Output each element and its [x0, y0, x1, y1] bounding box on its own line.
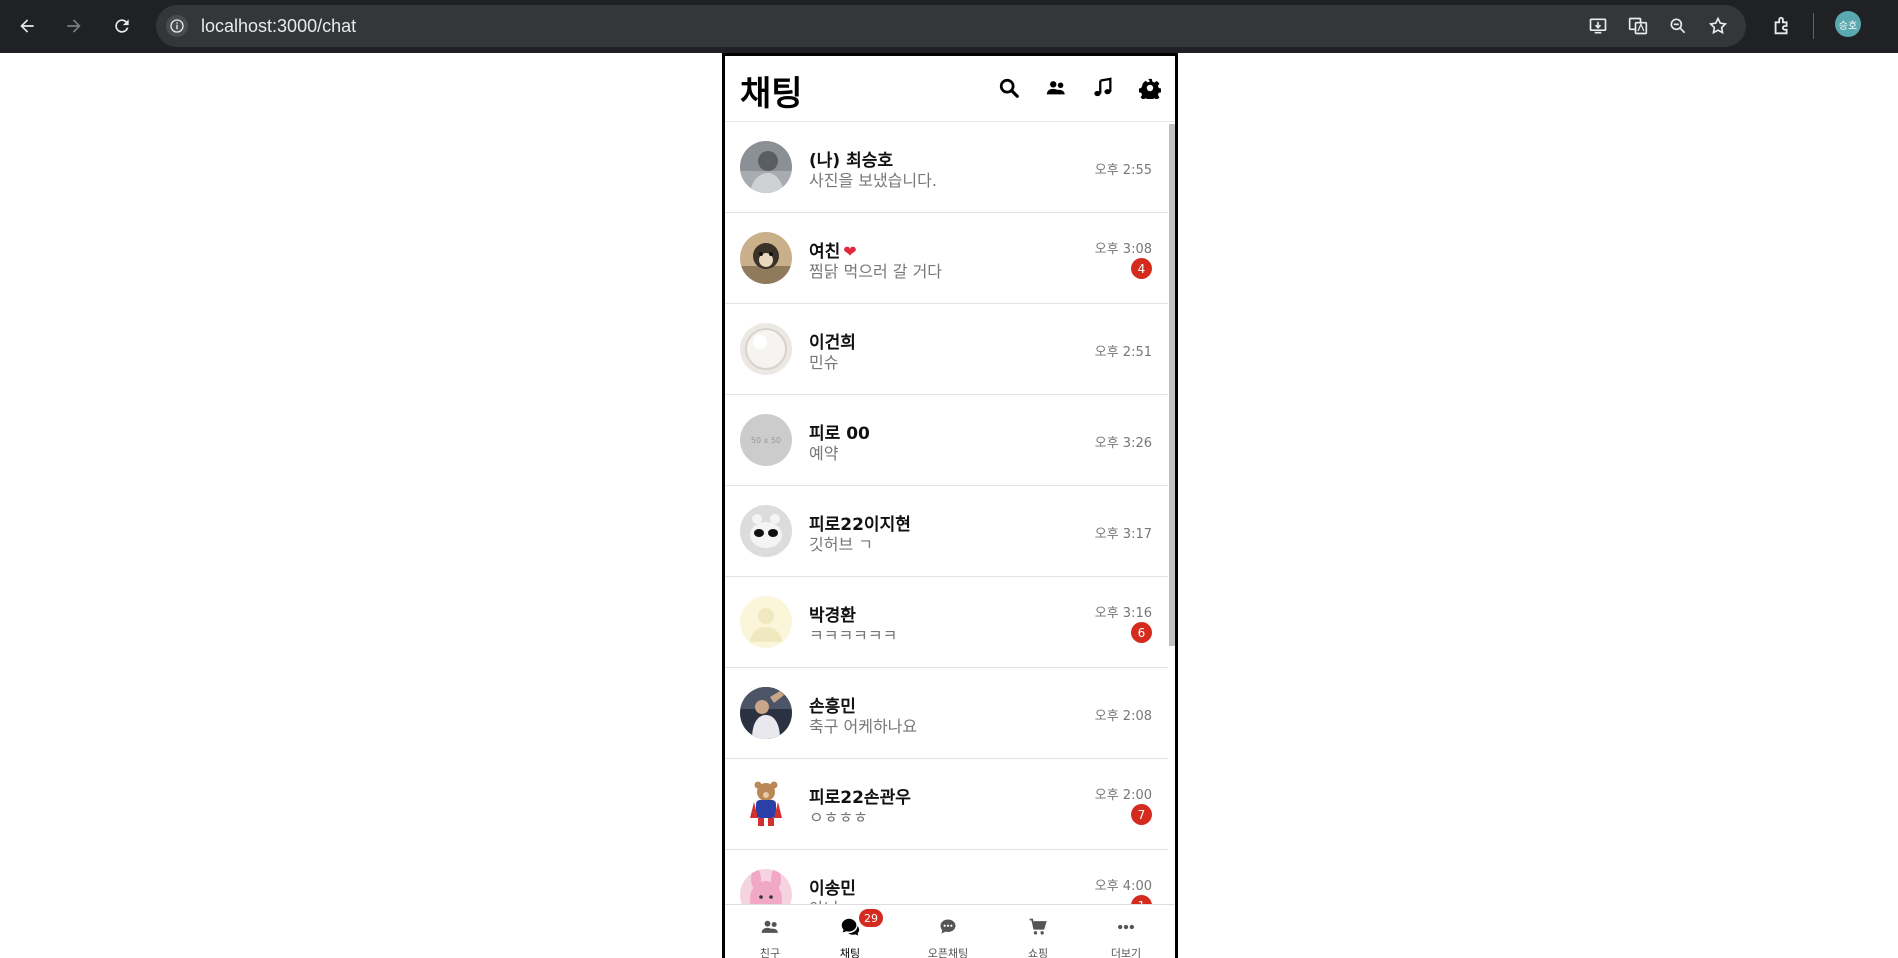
chat-unread-badge: 29 — [859, 909, 883, 927]
zoom-icon[interactable] — [1666, 14, 1690, 38]
bookmark-star-icon[interactable] — [1706, 14, 1730, 38]
chat-time: 오후 2:00 — [1094, 788, 1152, 803]
chat-item[interactable]: 여친 ❤ 찜닭 먹으러 갈 거다 오후 3:08 4 — [725, 213, 1168, 304]
chat-preview: 아니 — [809, 895, 838, 904]
reload-button[interactable] — [106, 10, 138, 42]
profile-avatar[interactable]: 승호 — [1835, 11, 1861, 37]
site-info-icon[interactable] — [166, 15, 188, 37]
chat-time: 오후 3:26 — [1094, 436, 1152, 451]
tab-label: 쇼핑 — [1027, 947, 1049, 958]
back-arrow-icon — [20, 19, 34, 33]
tab-shopping[interactable]: 쇼핑 — [993, 905, 1083, 958]
chat-preview: 사진을 보냈습니다. — [809, 171, 937, 190]
search-icon[interactable] — [997, 76, 1021, 100]
chat-time: 오후 2:08 — [1094, 709, 1152, 724]
chat-time: 오후 3:08 — [1094, 242, 1152, 257]
chat-item[interactable]: 박경환 ㅋㅋㅋㅋㅋㅋ 오후 3:16 6 — [725, 577, 1168, 668]
chat-list-scrollbar[interactable] — [1169, 124, 1175, 646]
extensions-icon[interactable] — [1766, 10, 1798, 42]
unread-badge: 4 — [1131, 258, 1152, 279]
chat-item[interactable]: 피로22손관우 ㅇㅎㅎㅎ 오후 2:00 7 — [725, 759, 1168, 850]
chat-preview: 찜닭 먹으러 갈 거다 — [809, 262, 943, 281]
tab-friends[interactable]: 친구 — [725, 905, 815, 958]
open-chat-icon — [936, 916, 960, 938]
tab-label: 채팅 — [839, 947, 861, 958]
tab-label: 오픈채팅 — [927, 947, 969, 958]
music-icon[interactable] — [1091, 76, 1115, 100]
chat-preview: 축구 어케하나요 — [809, 717, 918, 736]
more-icon — [1114, 916, 1138, 938]
url-text[interactable]: localhost:3000/chat — [201, 16, 356, 37]
friends-icon[interactable] — [1044, 76, 1068, 100]
toolbar-divider — [1813, 13, 1814, 39]
settings-icon[interactable] — [1138, 76, 1162, 100]
chat-item[interactable]: 피로22이지현 깃허브 ㄱ 오후 3:17 — [725, 486, 1168, 577]
bottom-nav: 친구 29 채팅 오픈채팅 쇼핑 더보기 — [725, 904, 1175, 958]
chat-time: 오후 2:55 — [1094, 163, 1152, 178]
tab-label: 친구 — [759, 947, 781, 958]
app-header: 채팅 — [725, 56, 1175, 122]
chat-preview: 예약 — [809, 444, 839, 463]
avatar: 50 x 50 — [740, 414, 792, 466]
avatar — [740, 141, 792, 193]
avatar — [740, 778, 792, 830]
back-button[interactable] — [11, 10, 43, 42]
friends-icon — [758, 916, 782, 938]
avatar — [740, 869, 792, 904]
chat-preview: 민슈 — [809, 353, 839, 372]
page-title: 채팅 — [740, 74, 803, 114]
chat-item[interactable]: (나) 최승호 사진을 보냈습니다. 오후 2:55 — [725, 122, 1168, 213]
install-app-icon[interactable] — [1586, 14, 1610, 38]
chat-time: 오후 3:17 — [1094, 527, 1152, 542]
tab-more[interactable]: 더보기 — [1081, 905, 1171, 958]
tab-chat[interactable]: 29 채팅 — [805, 905, 895, 958]
forward-arrow-icon — [67, 19, 81, 33]
chat-item[interactable]: 이송민 아니 오후 4:00 1 — [725, 850, 1168, 904]
browser-toolbar: localhost:3000/chat 승호 — [0, 0, 1898, 53]
unread-badge: 6 — [1131, 622, 1152, 643]
unread-badge: 7 — [1131, 804, 1152, 825]
tab-open-chat[interactable]: 오픈채팅 — [903, 905, 993, 958]
chat-app: 채팅 (나) 최승호 사진을 보냈습니다. 오후 2:55 여친 ❤ 찜닭 먹으… — [722, 53, 1178, 958]
chat-preview: 깃허브 ㄱ — [809, 535, 873, 554]
chat-time: 오후 4:00 — [1094, 879, 1152, 894]
chat-time: 오후 2:51 — [1094, 345, 1152, 360]
avatar — [740, 687, 792, 739]
translate-icon[interactable] — [1626, 14, 1650, 38]
unread-badge: 1 — [1131, 895, 1152, 904]
avatar — [740, 232, 792, 284]
chat-item[interactable]: 손흥민 축구 어케하나요 오후 2:08 — [725, 668, 1168, 759]
forward-button[interactable] — [58, 10, 90, 42]
address-bar[interactable]: localhost:3000/chat — [156, 5, 1746, 47]
cart-icon — [1026, 916, 1050, 938]
avatar — [740, 505, 792, 557]
chat-list: (나) 최승호 사진을 보냈습니다. 오후 2:55 여친 ❤ 찜닭 먹으러 갈 … — [725, 122, 1175, 904]
chat-item[interactable]: 50 x 50 피로 00 예약 오후 3:26 — [725, 395, 1168, 486]
chat-time: 오후 3:16 — [1094, 606, 1152, 621]
reload-icon — [115, 19, 129, 33]
chat-preview: ㅋㅋㅋㅋㅋㅋ — [809, 626, 898, 645]
avatar — [740, 323, 792, 375]
chat-preview: ㅇㅎㅎㅎ — [809, 808, 868, 827]
avatar-placeholder-text: 50 x 50 — [750, 435, 782, 445]
avatar — [740, 596, 792, 648]
chat-item[interactable]: 이건희 민슈 오후 2:51 — [725, 304, 1168, 395]
tab-label: 더보기 — [1110, 947, 1142, 958]
